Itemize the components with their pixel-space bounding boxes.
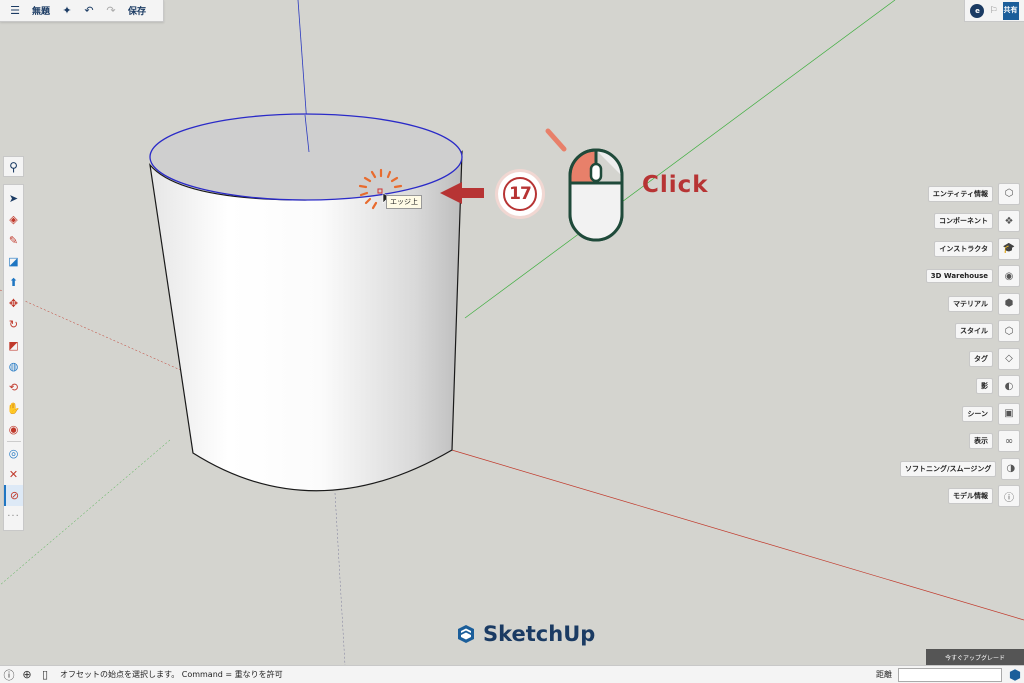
orbit-tool-icon[interactable]: ⟲ bbox=[4, 377, 23, 398]
scale-tool-icon[interactable]: ◩ bbox=[4, 335, 23, 356]
instructor-icon[interactable]: 🎓 bbox=[998, 237, 1020, 260]
click-label: Click bbox=[642, 172, 709, 198]
right-panel: エンティティ情報 ⬡ コンポーネント ❖ インストラクタ 🎓 3D Warehouse ◉ マテ… bbox=[900, 180, 1020, 510]
model-info-icon[interactable]: ⓘ bbox=[998, 485, 1020, 508]
menu-icon[interactable]: ☰ bbox=[4, 0, 26, 22]
panel-label[interactable]: インストラクタ bbox=[934, 240, 993, 257]
green-axis-negative bbox=[0, 439, 171, 586]
3d-warehouse-icon[interactable]: ◉ bbox=[998, 265, 1020, 288]
components-icon[interactable]: ❖ bbox=[998, 210, 1020, 233]
panel-label[interactable]: タグ bbox=[969, 350, 993, 367]
panel-row-model-info[interactable]: モデル情報 ⓘ bbox=[900, 483, 1020, 511]
panel-row-instructor[interactable]: インストラクタ 🎓 bbox=[900, 235, 1020, 263]
panel-row-scenes[interactable]: シーン ▣ bbox=[900, 400, 1020, 428]
logo-text: SketchUp bbox=[483, 622, 596, 646]
display-icon[interactable]: ∞ bbox=[998, 430, 1020, 453]
snap-tooltip: エッジ上 bbox=[386, 195, 422, 209]
account-bar: e ⚐ 共有 bbox=[964, 0, 1024, 22]
more-tools-icon[interactable]: ··· bbox=[4, 506, 23, 527]
panel-label[interactable]: ソフトニング/スムージング bbox=[900, 460, 997, 477]
redo-icon[interactable]: ↷ bbox=[100, 0, 122, 22]
paint-bucket-tool-icon[interactable]: ◍ bbox=[4, 356, 23, 377]
scene-canvas[interactable] bbox=[0, 0, 1024, 665]
panel-row-tags[interactable]: タグ ◇ bbox=[900, 345, 1020, 373]
offset-tool-icon[interactable]: ⊘ bbox=[4, 485, 23, 506]
panel-row-components[interactable]: コンポーネント ❖ bbox=[900, 208, 1020, 236]
panel-row-entity-info[interactable]: エンティティ情報 ⬡ bbox=[900, 180, 1020, 208]
help-icon[interactable]: ⓘ bbox=[0, 667, 18, 683]
magic-sparkle-icon[interactable]: ✦ bbox=[56, 0, 78, 22]
document-title[interactable]: 無題 bbox=[26, 0, 56, 22]
position-camera-icon[interactable]: ◉ bbox=[4, 419, 23, 440]
search-icon[interactable]: ⚲ bbox=[3, 156, 24, 177]
push-pull-tool-icon[interactable]: ⬆ bbox=[4, 272, 23, 293]
left-toolbar: ➤ ◈ ✎ ◪ ⬆ ✥ ↻ ◩ ◍ ⟲ ✋ ◉ ◎ ✕ ⊘ ··· bbox=[3, 184, 24, 531]
measurements-input[interactable] bbox=[898, 667, 1002, 682]
panel-label[interactable]: シーン bbox=[962, 405, 993, 422]
styles-icon[interactable]: ⬡ bbox=[998, 320, 1020, 343]
panel-row-display[interactable]: 表示 ∞ bbox=[900, 428, 1020, 456]
rectangle-tool-icon[interactable]: ◪ bbox=[4, 251, 23, 272]
status-message: オフセットの始点を選択します。 Command = 重なりを許可 bbox=[60, 670, 283, 679]
panel-label[interactable]: マテリアル bbox=[948, 295, 993, 312]
eraser-tool-icon[interactable]: ◈ bbox=[4, 209, 23, 230]
globe-icon[interactable]: ⊕ bbox=[18, 668, 36, 681]
panel-label[interactable]: コンポーネント bbox=[934, 213, 993, 230]
notifications-icon[interactable]: ⚐ bbox=[989, 6, 997, 16]
zoom-extents-icon[interactable]: ✕ bbox=[4, 464, 23, 485]
top-toolbar: ☰ 無題 ✦ ↶ ↷ 保存 bbox=[0, 0, 164, 22]
move-tool-icon[interactable]: ✥ bbox=[4, 293, 23, 314]
panel-row-soften-smooth[interactable]: ソフトニング/スムージング ◑ bbox=[900, 455, 1020, 483]
entity-info-icon[interactable]: ⬡ bbox=[998, 182, 1020, 205]
tape-measure-icon[interactable]: ◎ bbox=[4, 443, 23, 464]
materials-icon[interactable]: ⬢ bbox=[998, 292, 1020, 315]
blue-axis-negative bbox=[334, 492, 346, 665]
mouse-icon bbox=[545, 128, 624, 242]
select-tool-icon[interactable]: ➤ bbox=[4, 188, 23, 209]
panel-row-3d-warehouse[interactable]: 3D Warehouse ◉ bbox=[900, 263, 1020, 291]
measurements-label: 距離 bbox=[876, 670, 892, 679]
share-button[interactable]: 共有 bbox=[1002, 1, 1019, 20]
panel-row-shadows[interactable]: 影 ◐ bbox=[900, 373, 1020, 401]
red-axis-negative bbox=[0, 289, 186, 373]
step-number-badge: 17 bbox=[498, 172, 542, 216]
panel-label[interactable]: モデル情報 bbox=[948, 488, 993, 505]
tags-icon[interactable]: ◇ bbox=[998, 347, 1020, 370]
save-button[interactable]: 保存 bbox=[122, 0, 152, 22]
rotate-tool-icon[interactable]: ↻ bbox=[4, 314, 23, 335]
panel-label[interactable]: エンティティ情報 bbox=[927, 185, 993, 202]
panel-label[interactable]: スタイル bbox=[955, 323, 993, 340]
soften-smooth-icon[interactable]: ◑ bbox=[1001, 457, 1020, 480]
sketchup-mini-icon[interactable] bbox=[1008, 668, 1022, 682]
sketchup-logo: SketchUp bbox=[455, 622, 595, 646]
shadows-icon[interactable]: ◐ bbox=[998, 375, 1020, 398]
step-number: 17 bbox=[503, 177, 537, 211]
pan-tool-icon[interactable]: ✋ bbox=[4, 398, 23, 419]
panel-label[interactable]: 影 bbox=[976, 378, 993, 395]
status-bar: ⓘ ⊕ ▯ オフセットの始点を選択します。 Command = 重なりを許可 距… bbox=[0, 665, 1024, 683]
panel-label[interactable]: 表示 bbox=[969, 433, 993, 450]
pencil-tool-icon[interactable]: ✎ bbox=[4, 230, 23, 251]
toolbar-separator bbox=[6, 441, 21, 442]
avatar[interactable]: e bbox=[970, 3, 985, 18]
green-axis bbox=[464, 0, 896, 319]
panel-row-styles[interactable]: スタイル ⬡ bbox=[900, 318, 1020, 346]
undo-icon[interactable]: ↶ bbox=[78, 0, 100, 22]
sketchup-logo-icon bbox=[458, 625, 474, 643]
panel-row-materials[interactable]: マテリアル ⬢ bbox=[900, 290, 1020, 318]
panel-label[interactable]: 3D Warehouse bbox=[925, 269, 993, 284]
3d-viewport[interactable]: エッジ上 17 Click SketchUp 今すぐアップグレード bbox=[0, 0, 1024, 665]
mouse-hint-icon: ▯ bbox=[41, 668, 49, 681]
upgrade-button[interactable]: 今すぐアップグレード bbox=[926, 649, 1024, 665]
scenes-icon[interactable]: ▣ bbox=[998, 402, 1020, 425]
